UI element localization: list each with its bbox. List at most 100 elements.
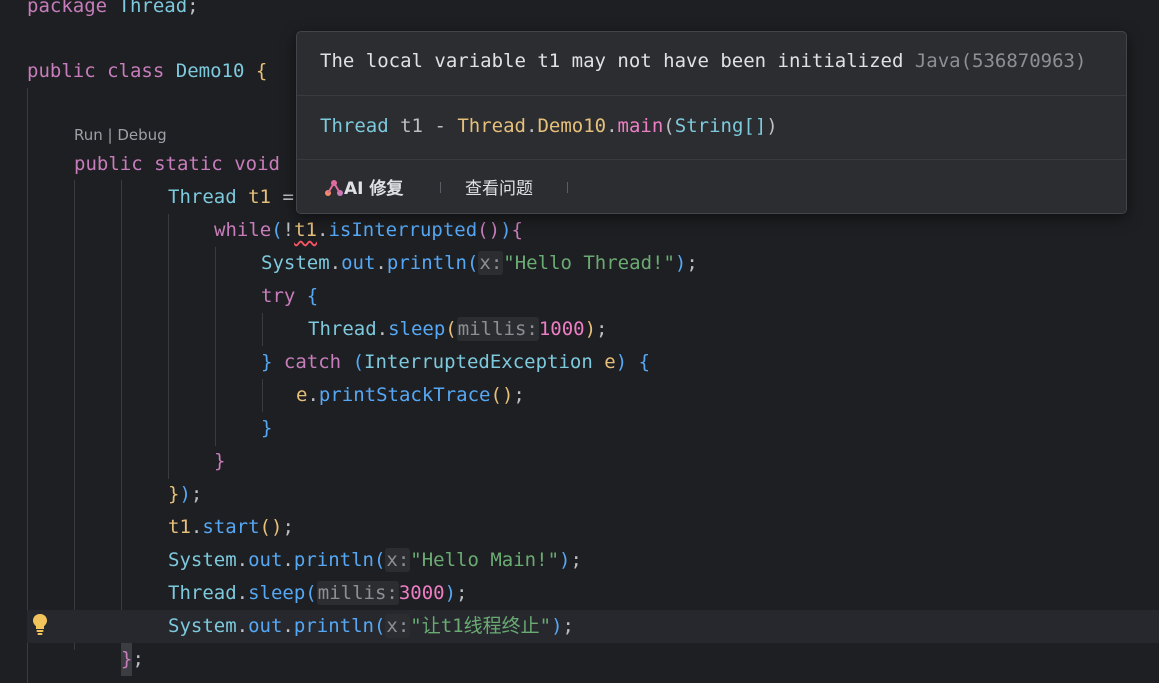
method-name: sleep [248, 582, 306, 604]
indent-guide [215, 247, 216, 446]
keyword: try [261, 285, 296, 307]
keyword: while [214, 219, 272, 241]
brace: { [255, 60, 268, 82]
class-name: System [168, 615, 237, 637]
dot: . [282, 549, 294, 571]
variable-name: t1 [248, 186, 271, 208]
package-name: Thread [457, 115, 526, 137]
parameter-hint: x: [385, 614, 411, 638]
ai-fix-button[interactable]: AI 修复 [324, 174, 403, 199]
string-literal: "Hello Main!" [410, 549, 560, 571]
parameter-hint: x: [385, 548, 411, 572]
dot: . [525, 115, 538, 137]
keyword: catch [283, 351, 342, 373]
code-line-class[interactable]: public class Demo10 { [27, 55, 267, 88]
code-line-close-while[interactable]: } [214, 445, 225, 478]
indent-guide [168, 214, 169, 479]
popup-actions: AI 修复 查看问题 [297, 160, 1126, 213]
method-name: println [293, 615, 374, 637]
ai-sparkle-icon [324, 179, 344, 197]
package-name: Thread [118, 0, 188, 17]
field-name: out [248, 549, 283, 571]
keyword: package [27, 0, 108, 17]
brace: { [638, 351, 651, 373]
popup-signature: Thread t1 - Thread.Demo10.main(String[]) [320, 115, 778, 137]
paren: ) [444, 582, 457, 604]
code-line-main[interactable]: public static void [74, 148, 280, 181]
brace: } [261, 351, 273, 373]
code-line-sleep-1000[interactable]: Thread.sleep(millis:1000); [308, 313, 608, 346]
view-problem-button[interactable]: 查看问题 [465, 174, 533, 199]
code-line-sleep-3000[interactable]: Thread.sleep(millis:3000); [168, 577, 468, 610]
class-name: Thread [168, 582, 237, 604]
paren: ( [445, 318, 457, 340]
type-name: InterruptedException [364, 351, 593, 373]
keyword: public [27, 60, 96, 82]
parameter-hint: millis: [456, 317, 539, 341]
keyword: public [74, 153, 143, 175]
code-line-println-stop[interactable]: System.out.println(x:"让t1线程终止"); [168, 610, 574, 643]
indent-guide [262, 379, 263, 412]
dot: . [190, 516, 203, 538]
code-line-print-stack-trace[interactable]: e.printStackTrace(); [296, 379, 525, 412]
error-code: Java(536870963) [914, 50, 1087, 72]
brace: { [306, 285, 319, 307]
paren: ( [305, 582, 317, 604]
code-line-start[interactable]: t1.start(); [168, 511, 294, 544]
code-line-catch[interactable]: } catch (InterruptedException e) { [261, 346, 650, 379]
code-line-println-thread[interactable]: System.out.println(x:"Hello Thread!"); [261, 247, 698, 280]
dot: . [236, 582, 249, 604]
string-literal: "让t1线程终止" [410, 615, 552, 637]
semicolon: ; [686, 252, 698, 274]
code-line-try[interactable]: try { [261, 280, 318, 313]
field-name: out [248, 615, 283, 637]
field-name: out [341, 252, 376, 274]
code-line-thread-decl[interactable]: Thread t1 = [168, 181, 294, 214]
code-line-while[interactable]: while(!t1.isInterrupted()){ [214, 214, 523, 247]
keyword: static [154, 153, 223, 175]
variable-name: t1 [168, 516, 191, 538]
lightbulb-icon[interactable] [31, 612, 49, 636]
dot: . [307, 384, 319, 406]
paren: ( [352, 351, 365, 373]
code-line-close-main[interactable]: }; [121, 643, 144, 676]
operator: ! [282, 219, 295, 241]
popup-message: The local variable t1 may not have been … [320, 50, 1086, 72]
dot: . [236, 615, 249, 637]
semicolon: ; [190, 483, 203, 505]
method-name: main [617, 115, 664, 137]
string-literal: "Hello Thread!" [503, 252, 675, 274]
error-variable[interactable]: t1 [294, 219, 317, 241]
paren: ) [615, 351, 628, 373]
semicolon: ; [596, 318, 608, 340]
code-line-close-lambda[interactable]: }); [168, 478, 202, 511]
type-name: Thread [168, 186, 237, 208]
paren: ( [466, 252, 479, 274]
action-separator [567, 182, 568, 193]
keyword: class [107, 60, 165, 82]
operator: = [282, 186, 294, 208]
brace: } [168, 483, 180, 505]
code-line-close-catch[interactable]: } [261, 412, 272, 445]
paren: ) [766, 115, 778, 137]
method-name: printStackTrace [318, 384, 491, 406]
paren: ) [551, 615, 563, 637]
dot: . [282, 615, 294, 637]
code-line-package[interactable]: package Thread; [27, 0, 199, 23]
problem-hover-popup[interactable]: The local variable t1 may not have been … [296, 31, 1127, 214]
codelens-run-debug[interactable]: Run | Debug [74, 124, 167, 146]
semicolon: ; [456, 582, 468, 604]
method-name: isInterrupted [328, 219, 478, 241]
paren: ) [584, 318, 597, 340]
method-name: start [202, 516, 260, 538]
semicolon: ; [187, 0, 199, 17]
paren: () [490, 384, 514, 406]
code-line-println-main[interactable]: System.out.println(x:"Hello Main!"); [168, 544, 582, 577]
parameter-hint: x: [478, 251, 504, 275]
brace: } [214, 450, 226, 472]
paren: ( [373, 549, 386, 571]
paren: ( [373, 615, 386, 637]
paren: ) [559, 549, 571, 571]
ai-fix-label: AI 修复 [344, 179, 404, 199]
method-name: println [293, 549, 374, 571]
